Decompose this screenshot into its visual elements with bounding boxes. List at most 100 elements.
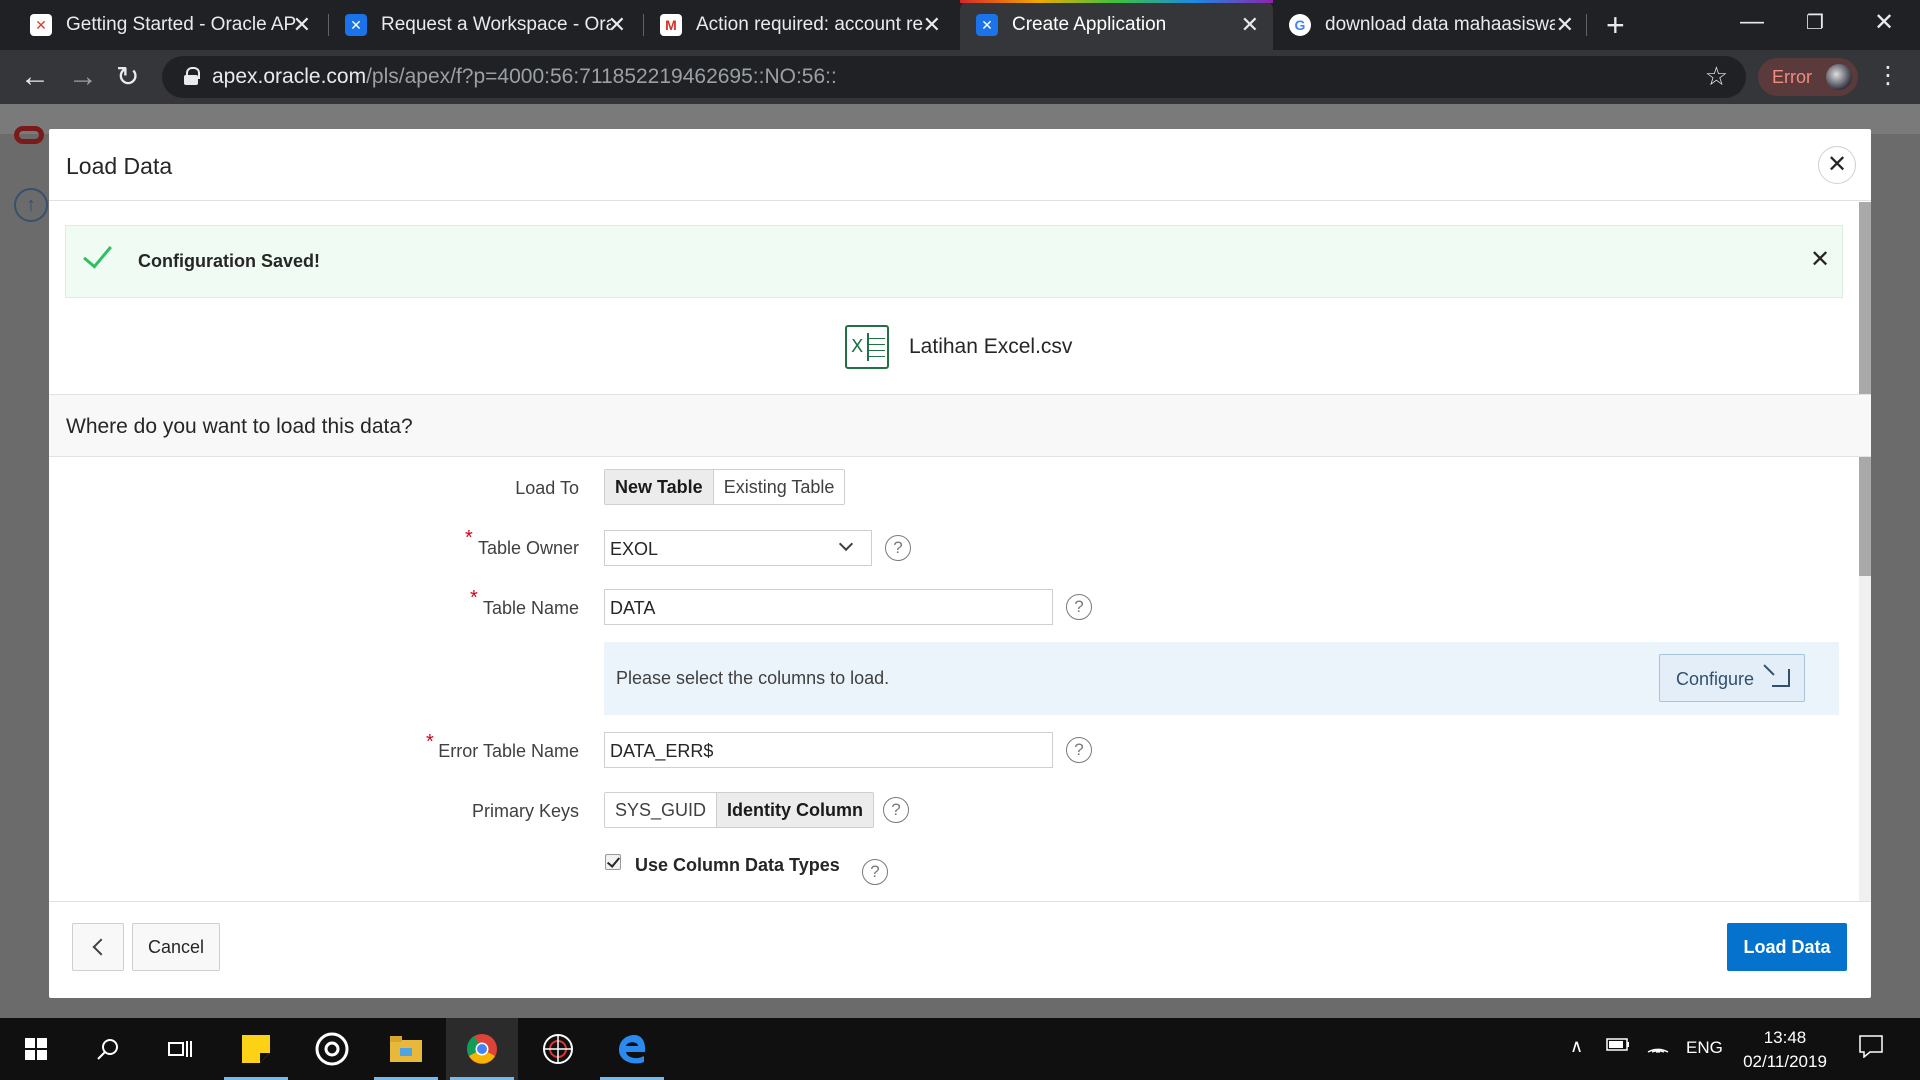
windows-taskbar: ∧ ENG 13:48 02/11/2019 (0, 1018, 1920, 1080)
section-header: Where do you want to load this data? (49, 394, 1871, 457)
table-owner-label: Table Owner (477, 538, 579, 558)
clock-date: 02/11/2019 (1743, 1052, 1827, 1071)
close-icon[interactable]: ✕ (1241, 12, 1259, 38)
back-arrow-icon[interactable]: ← (20, 60, 50, 94)
success-alert: Configuration Saved! ✕ (65, 225, 1843, 298)
file-name: Latihan Excel.csv (909, 335, 1073, 358)
address-bar[interactable]: apex.oracle.com/pls/apex/f?p=4000:56:711… (162, 56, 1746, 98)
error-table-name-input[interactable]: DATA_ERR$ (604, 732, 1053, 768)
tab-label: download data mahaasiswa (1325, 14, 1555, 35)
search-icon[interactable] (72, 1018, 144, 1080)
load-data-dialog: Load Data ✕ Configuration Saved! ✕ X Lat… (49, 129, 1871, 998)
close-icon[interactable]: ✕ (1556, 12, 1574, 38)
cancel-button[interactable]: Cancel (132, 923, 220, 971)
primary-key-identity-column[interactable]: Identity Column (717, 793, 874, 827)
dialog-footer: Cancel Load Data (49, 901, 1871, 998)
url-text: apex.oracle.com/pls/apex/f?p=4000:56:711… (212, 65, 837, 88)
help-icon[interactable]: ? (885, 535, 911, 561)
tray-expand-icon[interactable]: ∧ (1570, 1036, 1583, 1057)
load-to-existing-table[interactable]: Existing Table (713, 470, 845, 504)
language-indicator[interactable]: ENG (1686, 1038, 1723, 1058)
bookmark-star-icon[interactable]: ☆ (1705, 61, 1728, 92)
close-icon[interactable]: ✕ (293, 12, 311, 38)
primary-key-sys-guid[interactable]: SYS_GUID (605, 793, 718, 827)
file-info: X Latihan Excel.csv (49, 325, 1871, 395)
tab-loading-bar (960, 0, 1273, 3)
load-to-toggle: New Table Existing Table (604, 469, 846, 505)
table-name-label: Table Name (482, 598, 579, 618)
columns-info-text: Please select the columns to load. (616, 668, 890, 688)
tab-request-workspace[interactable]: ✕ Request a Workspace - Oracle ✕ (315, 0, 640, 50)
windows-start-icon[interactable] (0, 1018, 72, 1080)
excel-file-icon: X (845, 325, 889, 369)
help-icon[interactable]: ? (1066, 737, 1092, 763)
tab-label: Getting Started - Oracle API (66, 14, 296, 35)
tab-label: Request a Workspace - Oracle (381, 14, 611, 35)
forward-arrow-icon[interactable]: → (68, 60, 98, 94)
window-close-icon[interactable]: ✕ (1874, 8, 1894, 37)
notification-icon[interactable] (1858, 1034, 1884, 1063)
profile-status-text: Error (1772, 67, 1812, 87)
use-column-data-types-checkbox[interactable] (605, 854, 621, 870)
minimize-icon[interactable]: — (1740, 8, 1764, 36)
help-icon[interactable]: ? (883, 797, 909, 823)
tab-label: Create Application (1012, 14, 1167, 35)
menu-kebab-icon[interactable]: ⋮ (1876, 62, 1900, 90)
back-button[interactable] (72, 923, 124, 971)
restore-icon[interactable]: ❐ (1806, 10, 1824, 35)
help-icon[interactable]: ? (1066, 594, 1092, 620)
error-table-name-label: Error Table Name (438, 741, 579, 761)
apex-logo-icon: ✕ (976, 14, 998, 36)
chevron-down-icon (838, 536, 854, 552)
alert-close-button[interactable]: ✕ (1810, 245, 1830, 274)
battery-icon[interactable] (1606, 1036, 1630, 1057)
media-player-icon[interactable] (296, 1018, 368, 1080)
browser-toolbar: ← → ↻ apex.oracle.com/pls/apex/f?p=4000:… (0, 50, 1920, 104)
sticky-notes-icon[interactable] (220, 1018, 292, 1080)
network-tool-icon[interactable] (522, 1018, 594, 1080)
edge-icon[interactable] (596, 1018, 668, 1080)
google-icon: G (1289, 14, 1311, 36)
primary-keys-toggle: SYS_GUID Identity Column (604, 792, 875, 828)
dialog-close-button[interactable]: ✕ (1818, 146, 1856, 184)
alert-message: Configuration Saved! (138, 251, 321, 271)
file-explorer-icon[interactable] (370, 1018, 442, 1080)
browser-tab-bar: ✕ Getting Started - Oracle API ✕ ✕ Reque… (0, 0, 1920, 50)
table-owner-value: EXOL (610, 539, 659, 559)
reload-icon[interactable]: ↻ (116, 60, 139, 94)
apex-logo-icon: ✕ (30, 14, 52, 36)
checkmark-icon (86, 244, 114, 264)
tab-create-application[interactable]: ✕ Create Application ✕ (960, 0, 1273, 50)
gmail-icon: M (660, 14, 682, 36)
close-icon[interactable]: ✕ (608, 12, 626, 38)
avatar[interactable] (1826, 64, 1852, 90)
use-column-data-types-label: Use Column Data Types (635, 855, 840, 875)
external-link-icon (1772, 669, 1790, 687)
section-title: Where do you want to load this data? (66, 415, 413, 438)
load-data-button[interactable]: Load Data (1727, 923, 1847, 971)
table-owner-select[interactable]: EXOL (604, 530, 872, 566)
wifi-icon[interactable] (1646, 1034, 1670, 1059)
table-name-input[interactable]: DATA (604, 589, 1053, 625)
help-icon[interactable]: ? (862, 859, 888, 885)
primary-keys-label: Primary Keys (471, 801, 579, 821)
task-view-icon[interactable] (144, 1018, 216, 1080)
close-icon[interactable]: ✕ (923, 12, 941, 38)
dialog-title: Load Data (66, 153, 173, 179)
tab-gmail[interactable]: M Action required: account re ✕ (630, 0, 955, 50)
tab-label: Action required: account re (696, 14, 924, 35)
chrome-icon[interactable] (446, 1018, 518, 1080)
load-to-new-table[interactable]: New Table (605, 470, 714, 504)
new-tab-icon[interactable]: + (1606, 8, 1625, 42)
lock-icon (184, 67, 200, 85)
taskbar-clock[interactable]: 13:48 02/11/2019 (1730, 1026, 1840, 1074)
upload-icon: ↑ (14, 188, 48, 222)
clock-time: 13:48 (1763, 1028, 1807, 1047)
oracle-logo-icon (14, 126, 44, 144)
configure-button[interactable]: Configure (1659, 654, 1805, 702)
tab-google-search[interactable]: G download data mahaasiswa ✕ (1273, 0, 1588, 50)
tab-getting-started[interactable]: ✕ Getting Started - Oracle API ✕ (0, 0, 325, 50)
load-to-label: Load To (515, 478, 579, 498)
dialog-header: Load Data ✕ (49, 129, 1871, 201)
columns-info-panel: Please select the columns to load. Confi… (604, 642, 1839, 715)
